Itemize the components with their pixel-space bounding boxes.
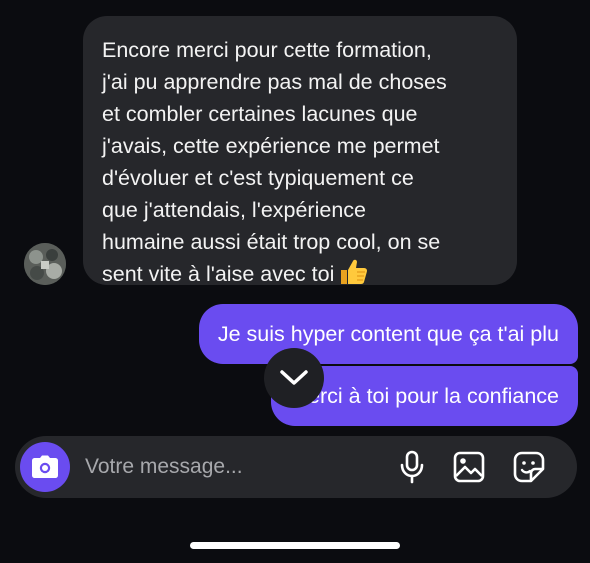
sticker-icon — [513, 451, 545, 483]
microphone-button[interactable] — [395, 450, 429, 484]
message-composer: Votre message... — [15, 436, 577, 498]
incoming-message[interactable]: Encore merci pour cette formation, j'ai … — [83, 16, 517, 286]
microphone-icon — [400, 450, 424, 484]
message-input[interactable]: Votre message... — [85, 436, 243, 498]
chevron-down-icon — [280, 370, 308, 385]
outgoing-message-text: Je suis hyper content que ça t'ai plu — [217, 322, 559, 346]
sticker-button[interactable] — [512, 450, 546, 484]
gallery-button[interactable] — [452, 450, 486, 484]
camera-icon — [32, 455, 58, 478]
outgoing-message[interactable]: Je suis hyper content que ça t'ai plu — [198, 304, 578, 364]
thumbs-up-icon — [338, 258, 368, 295]
scroll-to-bottom-button[interactable] — [264, 348, 324, 408]
outgoing-message-text: Merci à toi pour la confiance — [290, 384, 559, 408]
incoming-message-text: Encore merci pour cette formation, j'ai … — [102, 38, 447, 286]
camera-button[interactable] — [20, 442, 70, 492]
gallery-icon — [453, 451, 485, 483]
home-indicator — [190, 542, 400, 549]
avatar[interactable] — [24, 243, 66, 285]
